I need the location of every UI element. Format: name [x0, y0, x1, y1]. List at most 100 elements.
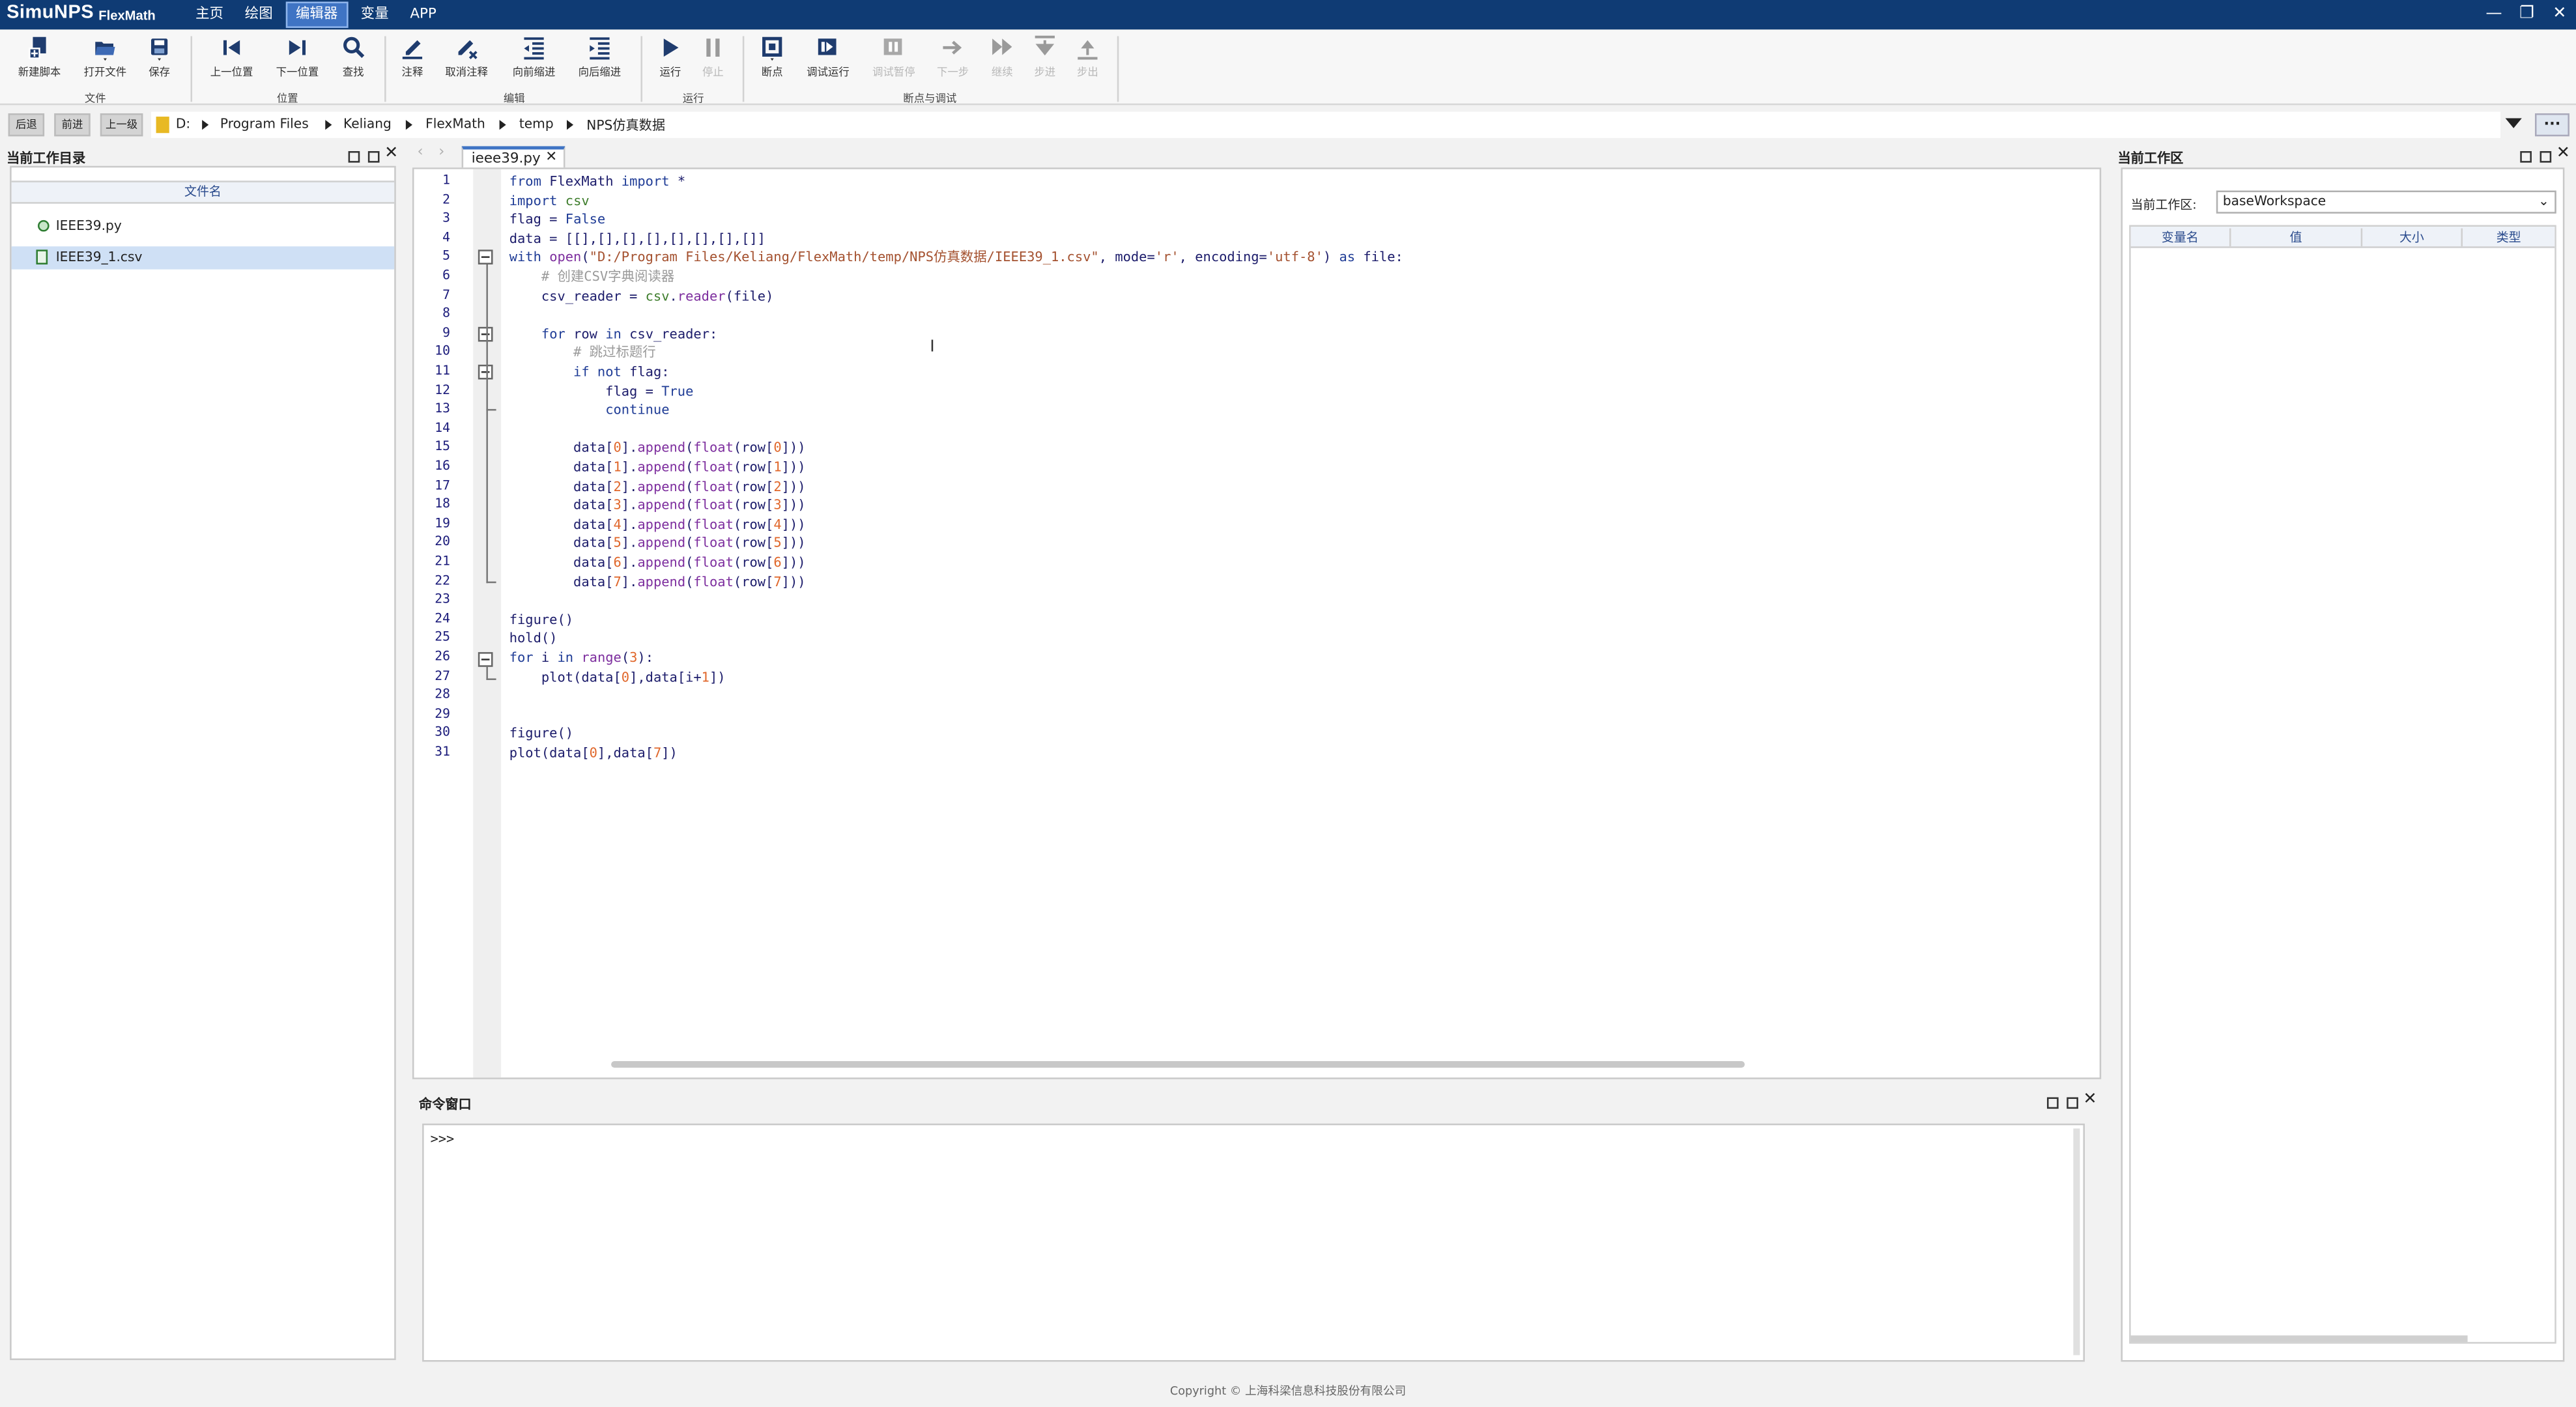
code-line[interactable]: [509, 306, 2153, 325]
undock-icon[interactable]: [348, 150, 360, 163]
breadcrumb-program-files[interactable]: Program Files: [220, 117, 309, 132]
search-icon: [343, 36, 365, 58]
column-size[interactable]: 大小: [2362, 228, 2463, 247]
indent-right-button[interactable]: 向后缩进: [572, 35, 628, 79]
path-field[interactable]: D: Program Files Keliang FlexMath temp N…: [150, 111, 2501, 138]
code-line[interactable]: plot(data[0],data[7]): [509, 744, 2153, 763]
breadcrumb-temp[interactable]: temp: [519, 117, 554, 132]
fold-collapse-icon[interactable]: [478, 249, 493, 264]
code-line[interactable]: [509, 706, 2153, 725]
chevron-right-icon: [499, 120, 506, 130]
comment-button[interactable]: 注释: [384, 35, 440, 79]
list-item[interactable]: IEEE39.py: [12, 215, 395, 238]
open-file-button[interactable]: 打开文件: [78, 35, 134, 79]
maximize-icon[interactable]: [2067, 1097, 2078, 1109]
code-line[interactable]: csv_reader = csv.reader(file): [509, 287, 2153, 306]
stop-button[interactable]: 停止: [685, 35, 741, 79]
uncomment-button[interactable]: 取消注释: [438, 35, 494, 79]
code-line[interactable]: # 创建CSV字典阅读器: [509, 268, 2153, 287]
list-item-selected[interactable]: IEEE39_1.csv: [11, 246, 395, 270]
vertical-scrollbar[interactable]: [2073, 1128, 2080, 1356]
undock-icon[interactable]: [2047, 1097, 2059, 1109]
code-line[interactable]: data[1].append(float(row[1])): [509, 459, 2153, 477]
next-position-button[interactable]: 下一位置: [270, 35, 326, 79]
code-line[interactable]: figure(): [509, 611, 2153, 630]
new-script-button[interactable]: 新建脚本: [12, 35, 68, 79]
indent-left-button[interactable]: 向前缩进: [506, 35, 562, 79]
maximize-icon[interactable]: [2540, 150, 2552, 163]
code-line[interactable]: flag = True: [509, 382, 2153, 401]
fold-collapse-icon[interactable]: [478, 652, 493, 667]
close-icon[interactable]: ✕: [384, 145, 398, 163]
chevron-down-icon[interactable]: [2505, 118, 2522, 128]
code-line[interactable]: plot(data[0],data[i+1]): [509, 668, 2153, 687]
undock-icon[interactable]: [2520, 150, 2532, 163]
column-header-filename[interactable]: 文件名: [11, 180, 395, 204]
code-line[interactable]: flag = False: [509, 210, 2153, 229]
breakpoint-button[interactable]: 断点: [744, 35, 800, 79]
fold-collapse-icon[interactable]: [478, 326, 493, 342]
menu-variables[interactable]: 变量: [352, 0, 397, 29]
code-line[interactable]: hold(): [509, 630, 2153, 649]
code-line[interactable]: # 跳过标题行: [509, 344, 2153, 363]
debug-run-button[interactable]: 调试运行: [800, 35, 856, 79]
menu-editor[interactable]: 编辑器: [285, 1, 348, 28]
code-line[interactable]: import csv: [509, 192, 2153, 210]
code-line[interactable]: with open("D:/Program Files/Keliang/Flex…: [509, 249, 2153, 268]
code-line[interactable]: [509, 591, 2153, 610]
minimize-button[interactable]: —: [2478, 0, 2510, 29]
code-line[interactable]: continue: [509, 401, 2153, 420]
horizontal-scrollbar[interactable]: [611, 1061, 1745, 1068]
tab-scroll-left-icon[interactable]: ‹: [418, 145, 423, 161]
code-line[interactable]: data[2].append(float(row[2])): [509, 477, 2153, 496]
next-step-button[interactable]: 下一步: [925, 35, 981, 79]
column-value[interactable]: 值: [2231, 228, 2363, 247]
column-type[interactable]: 类型: [2463, 229, 2555, 247]
maximize-icon[interactable]: [367, 150, 380, 163]
more-button[interactable]: ...: [2534, 113, 2569, 137]
prev-position-button[interactable]: 上一位置: [204, 35, 260, 79]
workspace-select[interactable]: baseWorkspace ⌄: [2216, 190, 2556, 214]
close-icon[interactable]: ✕: [2083, 1090, 2097, 1109]
code-line[interactable]: figure(): [509, 725, 2153, 744]
code-line[interactable]: data[0].append(float(row[0])): [509, 439, 2153, 458]
restore-button[interactable]: ❐: [2510, 0, 2543, 29]
menu-app[interactable]: APP: [402, 0, 445, 29]
find-button[interactable]: 查找: [325, 35, 381, 79]
code-line[interactable]: if not flag:: [509, 363, 2153, 382]
column-variable-name[interactable]: 变量名: [2131, 228, 2231, 247]
command-input[interactable]: >>>: [422, 1123, 2085, 1362]
debug-pause-button[interactable]: 调试暂停: [866, 35, 922, 79]
save-button[interactable]: 保存: [132, 35, 188, 79]
tab-ieee39[interactable]: ieee39.py ✕: [461, 146, 565, 169]
code-line[interactable]: data[5].append(float(row[5])): [509, 535, 2153, 554]
breadcrumb-drive[interactable]: D:: [176, 117, 190, 132]
breadcrumb-flexmath[interactable]: FlexMath: [425, 117, 485, 132]
code-line[interactable]: data[6].append(float(row[6])): [509, 554, 2153, 573]
step-out-button[interactable]: 步出: [1059, 35, 1115, 79]
menu-home[interactable]: 主页: [187, 0, 231, 29]
workspace-label: 当前工作区:: [2130, 197, 2197, 212]
fold-collapse-icon[interactable]: [478, 364, 493, 380]
code-line[interactable]: for row in csv_reader:: [509, 325, 2153, 344]
horizontal-scrollbar[interactable]: [2130, 1335, 2468, 1343]
back-button[interactable]: 后退: [8, 113, 45, 137]
code-editor[interactable]: 1 2 3 4 5 6 7 8 9 10 11 12 13 14 15 16 17 18 19 20 21 22 23 24 2…: [412, 167, 2102, 1079]
code-line[interactable]: data = [[],[],[],[],[],[],[],[]]: [509, 230, 2153, 249]
close-tab-icon[interactable]: ✕: [545, 149, 557, 165]
close-icon[interactable]: ✕: [2556, 145, 2570, 163]
tab-scroll-right-icon[interactable]: ›: [438, 145, 444, 161]
code-line[interactable]: data[3].append(float(row[3])): [509, 496, 2153, 515]
close-window-button[interactable]: ✕: [2543, 0, 2576, 29]
breadcrumb-keliang[interactable]: Keliang: [343, 117, 392, 132]
breadcrumb-nps-data[interactable]: NPS仿真数据: [586, 117, 665, 135]
code-line[interactable]: from FlexMath import *: [509, 173, 2153, 192]
up-level-button[interactable]: 上一级: [100, 113, 143, 137]
code-line[interactable]: [509, 420, 2153, 439]
code-line[interactable]: for i in range(3):: [509, 649, 2153, 668]
code-line[interactable]: [509, 687, 2153, 706]
forward-button[interactable]: 前进: [54, 113, 91, 137]
menu-plot[interactable]: 绘图: [236, 0, 281, 29]
code-line[interactable]: data[4].append(float(row[4])): [509, 515, 2153, 534]
code-line[interactable]: data[7].append(float(row[7])): [509, 573, 2153, 591]
